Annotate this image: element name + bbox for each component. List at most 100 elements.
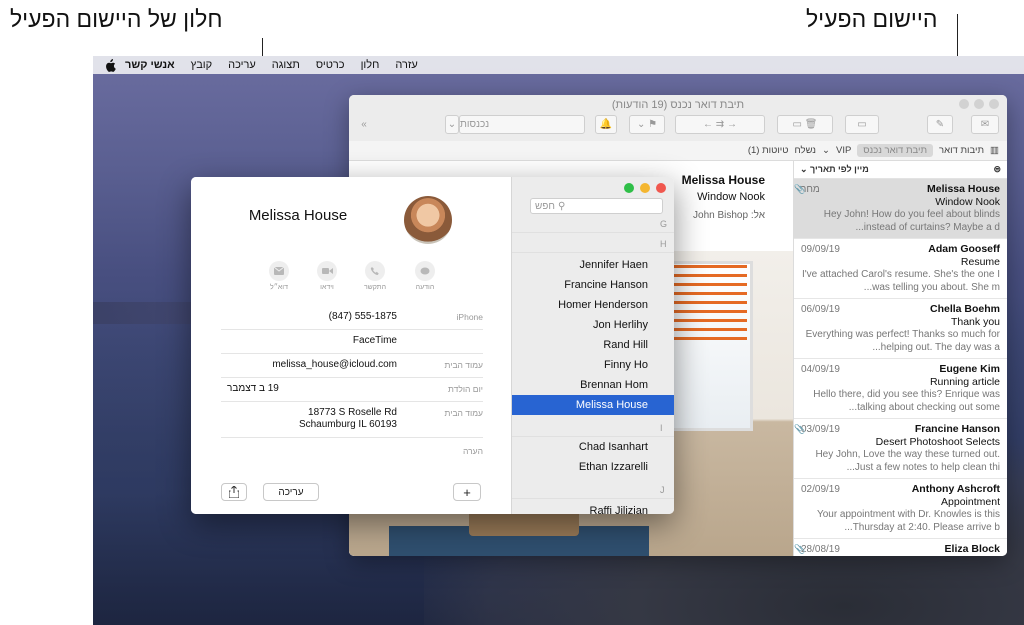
contact-list-item[interactable]: Brennan Hom [512, 375, 674, 395]
contact-list-item[interactable]: Francine Hanson [512, 275, 674, 295]
fav-drafts[interactable]: טיוטות (1) [748, 145, 789, 156]
menu-window[interactable]: חלון [353, 59, 388, 71]
contacts-window[interactable]: Melissa House הודעה התקשר וידאו דוא״ל iP… [191, 177, 674, 514]
mail-search-field[interactable]: נכנסות [459, 115, 585, 134]
mailboxes-icon[interactable]: ▥ [990, 145, 999, 156]
field-facetime[interactable]: FaceTime [221, 332, 483, 354]
menu-view[interactable]: תצוגה [264, 59, 308, 71]
message-row-preview: Hey John, Love the way these turned out.… [815, 449, 1000, 473]
flag-button[interactable]: ⌄ ⚑ [629, 115, 665, 134]
sort-label[interactable]: מיין לפי תאריך ⌄ [800, 164, 869, 175]
message-row[interactable]: Eugene Kim 04/09/19 Running article Hell… [794, 359, 1007, 419]
video-action[interactable]: וידאו [307, 261, 347, 291]
menu-bar: אנשי קשר קובץ עריכה תצוגה כרטיס חלון עזר… [93, 56, 1024, 74]
mail-zoom-button[interactable] [959, 99, 969, 109]
message-from: Melissa House [681, 173, 765, 187]
field-label: יום הולדת [448, 384, 483, 394]
message-row[interactable]: Francine Hanson 03/09/19 📎 Desert Photos… [794, 419, 1007, 479]
contacts-zoom-button[interactable] [624, 183, 634, 193]
contact-list-item[interactable]: Homer Henderson [512, 295, 674, 315]
field-value[interactable]: 19 ב דצמבר [227, 383, 397, 394]
call-action-label: התקשר [363, 284, 387, 291]
field-value[interactable]: FaceTime [227, 335, 397, 346]
contact-list-item[interactable]: Ethan Izzarelli [512, 457, 674, 477]
video-camera-icon [317, 261, 337, 281]
delete-button[interactable]: ▭ 🗑 [777, 115, 833, 134]
fav-mailboxes[interactable]: תיבות דואר [939, 145, 984, 156]
mail-action[interactable]: דוא״ל [259, 261, 299, 291]
search-icon: ⚲ [557, 200, 566, 212]
contact-list-item[interactable]: Raffi Jilizian [512, 501, 674, 514]
filter-icon[interactable]: ⊜ [993, 164, 1001, 175]
field-email[interactable]: עמוד הבית melissa_house@icloud.com [221, 356, 483, 378]
mail-window-title: תיבת דואר נכנס (19 הודעות) [611, 99, 745, 111]
message-row-subject: Desert Photoshoot Selects [875, 436, 1000, 448]
envelope-icon [269, 261, 289, 281]
contact-list-item[interactable]: Finny Ho [512, 355, 674, 375]
fav-vip-chevron-icon[interactable]: ⌄ [822, 145, 830, 156]
message-row[interactable]: Anthony Ashcroft 02/09/19 Appointment Yo… [794, 479, 1007, 539]
contact-list-item[interactable]: Jennifer Haen [512, 255, 674, 275]
mail-minimize-button[interactable] [974, 99, 984, 109]
message-row[interactable]: Chella Boehm 06/09/19 Thank you Everythi… [794, 299, 1007, 359]
message-row-date: 28/08/19 [801, 544, 840, 555]
message-row-preview: Hello there, did you see this? Enrique w… [813, 389, 1000, 413]
field-birthday[interactable]: יום הולדת 19 ב דצמבר [221, 380, 483, 402]
menu-app-contacts[interactable]: אנשי קשר [117, 59, 183, 71]
contacts-minimize-button[interactable] [640, 183, 650, 193]
field-label: עמוד הבית [444, 408, 483, 418]
add-field-button[interactable]: + [453, 483, 481, 501]
message-action-label: הודעה [415, 284, 435, 291]
message-row-subject: Window Nook [935, 196, 1000, 208]
fav-vip[interactable]: VIP [836, 145, 851, 156]
field-note[interactable]: הערה [221, 442, 483, 464]
video-action-label: וידאו [320, 284, 334, 291]
field-address[interactable]: עמוד הבית 18773 S Roselle Rd Schaumburg … [221, 404, 483, 438]
sort-bar[interactable]: מיין לפי תאריך ⌄ ⊜ [794, 161, 1007, 179]
contact-list-item[interactable]: Chad Isanhart [512, 437, 674, 457]
compose-button[interactable]: ✎ [927, 115, 953, 134]
field-value[interactable]: 18773 S Roselle Rd Schaumburg IL 60193 [227, 407, 397, 431]
flag-dropdown-button[interactable]: 🔔 [595, 115, 617, 134]
mail-filter-dropdown[interactable]: ⌄ [445, 115, 459, 134]
callout-active-window: חלון של היישום הפעיל [10, 6, 223, 32]
menu-file[interactable]: קובץ [183, 59, 220, 71]
fav-inbox[interactable]: תיבת דואר נכנס [857, 144, 934, 157]
contact-list-item[interactable]: Jon Herlihy [512, 315, 674, 335]
message-subject: Window Nook [697, 191, 765, 203]
archive-button[interactable]: ▭ [845, 115, 879, 134]
menu-help[interactable]: עזרה [387, 59, 425, 71]
sidebar-toggle-icon[interactable]: « [355, 115, 373, 134]
field-label: iPhone [456, 312, 483, 322]
message-action[interactable]: הודעה [405, 261, 445, 291]
message-row[interactable]: Eliza Block 28/08/19 📎 [794, 539, 1007, 556]
menu-card[interactable]: כרטיס [308, 59, 353, 71]
attachment-icon: 📎 [794, 544, 806, 554]
message-row-date: 03/09/19 [801, 424, 840, 435]
mail-window-controls [959, 99, 999, 109]
message-list: מיין לפי תאריך ⌄ ⊜ Melissa House מחר 📎 W… [793, 161, 1007, 556]
edit-button[interactable]: עריכה [263, 483, 319, 501]
apple-menu-icon[interactable] [103, 58, 117, 72]
contact-list-item-selected[interactable]: Melissa House [512, 395, 674, 415]
get-mail-button[interactable]: ✉ [971, 115, 999, 134]
message-row[interactable]: Adam Gooseff 09/09/19 Resume I've attach… [794, 239, 1007, 299]
field-value[interactable]: (847) 555-1875 [227, 311, 397, 322]
section-header-i: I [512, 423, 674, 437]
call-action[interactable]: התקשר [355, 261, 395, 291]
contacts-search-field[interactable]: ⚲ חפש [530, 198, 663, 214]
field-value[interactable]: melissa_house@icloud.com [227, 359, 397, 370]
contacts-close-button[interactable] [656, 183, 666, 193]
field-phone[interactable]: iPhone (847) 555-1875 [221, 308, 483, 330]
message-to: אל: John Bishop [693, 210, 765, 221]
contact-list-item[interactable]: Rand Hill [512, 335, 674, 355]
reply-all-button[interactable]: ← ⇉ → [675, 115, 765, 134]
share-button[interactable] [221, 483, 247, 501]
fav-sent[interactable]: נשלח [794, 145, 816, 156]
mail-close-button[interactable] [989, 99, 999, 109]
message-row[interactable]: Melissa House מחר 📎 Window Nook Hey John… [794, 179, 1007, 239]
contacts-search-placeholder: חפש [535, 200, 555, 212]
field-label: הערה [462, 446, 483, 456]
favorites-bar: ▥ תיבות דואר תיבת דואר נכנס VIP ⌄ נשלח ט… [349, 141, 1007, 161]
menu-edit[interactable]: עריכה [220, 59, 264, 71]
